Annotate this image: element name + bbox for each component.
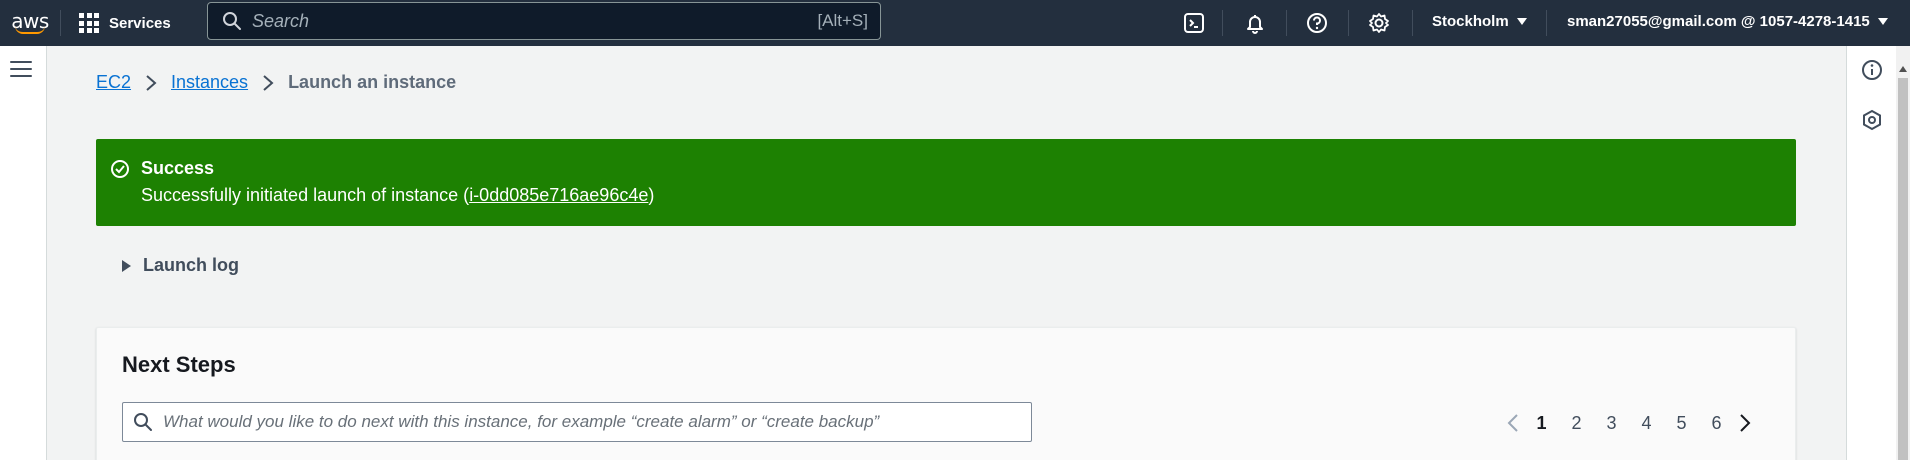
region-selector[interactable]: Stockholm [1432, 0, 1527, 42]
apps-grid-icon [79, 13, 99, 33]
scrollbar-thumb[interactable] [1898, 78, 1908, 460]
breadcrumb-instances-link[interactable]: Instances [171, 72, 248, 93]
page-4-button[interactable]: 4 [1629, 413, 1664, 434]
next-steps-search-placeholder: What would you like to do next with this… [163, 412, 880, 431]
page-5-button[interactable]: 5 [1664, 413, 1699, 434]
top-navigation: aws Services Search [Alt+S] Stockholm sm… [0, 0, 1910, 46]
flash-title: Success [141, 158, 215, 178]
breadcrumb-current: Launch an instance [288, 72, 457, 92]
global-search-input[interactable]: Search [Alt+S] [207, 2, 881, 40]
flash-message: Successfully initiated launch of instanc… [141, 185, 654, 206]
hamburger-menu-icon[interactable] [10, 61, 32, 79]
nav-separator [1348, 10, 1349, 36]
page-6-button[interactable]: 6 [1699, 413, 1734, 434]
search-shortcut: [Alt+S] [817, 11, 868, 30]
nav-separator [1412, 10, 1413, 36]
instance-id-link[interactable]: i-0dd085e716ae96c4e [469, 185, 648, 206]
caret-down-icon [1516, 17, 1527, 25]
caret-down-icon [1877, 17, 1888, 25]
success-check-circle-icon [111, 160, 129, 178]
nav-separator [1286, 10, 1287, 36]
page-scrollbar[interactable] [1896, 46, 1910, 460]
region-label: Stockholm [1432, 12, 1509, 30]
tools-rail [1846, 46, 1896, 460]
success-flashbar: Success Successfully initiated launch of… [96, 139, 1796, 226]
settings-gear-icon[interactable] [1365, 9, 1393, 37]
previous-page-chevron-left-icon[interactable] [1502, 410, 1524, 436]
nav-separator [1546, 10, 1547, 36]
launch-log-expander[interactable]: Launch log [122, 255, 239, 276]
cloudshell-icon[interactable] [1180, 9, 1208, 37]
breadcrumb-ec2-link[interactable]: EC2 [96, 72, 131, 93]
chevron-right-icon [146, 74, 157, 91]
help-icon[interactable] [1303, 9, 1331, 37]
breadcrumb: EC2 Instances Launch an instance [96, 72, 456, 93]
pagination: 1 2 3 4 5 6 [1502, 410, 1756, 436]
scroll-up-arrow-icon[interactable] [1899, 66, 1907, 72]
next-steps-container: Next Steps What would you like to do nex… [96, 327, 1796, 460]
hexagon-icon[interactable] [1860, 108, 1884, 132]
search-icon [134, 413, 152, 431]
page-1-button[interactable]: 1 [1524, 413, 1559, 434]
search-placeholder: Search [252, 10, 310, 31]
aws-logo[interactable]: aws [0, 0, 60, 46]
flash-message-prefix: Successfully initiated launch of instanc… [141, 185, 470, 205]
launch-log-label: Launch log [143, 255, 239, 275]
chevron-right-icon [263, 74, 274, 91]
info-icon[interactable] [1860, 58, 1884, 82]
nav-divider [60, 10, 61, 36]
services-label: Services [109, 14, 171, 32]
services-menu-button[interactable]: Services [79, 13, 171, 33]
next-page-chevron-right-icon[interactable] [1734, 410, 1756, 436]
account-label: sman27055@gmail.com @ 1057-4278-1415 [1567, 12, 1870, 30]
next-steps-search-input[interactable]: What would you like to do next with this… [122, 402, 1032, 442]
nav-separator [1222, 10, 1223, 36]
flash-message-suffix: ) [648, 185, 655, 205]
notifications-bell-icon[interactable] [1241, 9, 1269, 37]
page-2-button[interactable]: 2 [1559, 413, 1594, 434]
page-3-button[interactable]: 3 [1594, 413, 1629, 434]
side-navigation [0, 46, 47, 460]
search-icon [223, 12, 241, 30]
next-steps-title: Next Steps [122, 352, 236, 377]
caret-right-icon [122, 259, 131, 272]
account-menu[interactable]: sman27055@gmail.com @ 1057-4278-1415 [1567, 0, 1888, 42]
aws-smile-icon [15, 26, 45, 34]
